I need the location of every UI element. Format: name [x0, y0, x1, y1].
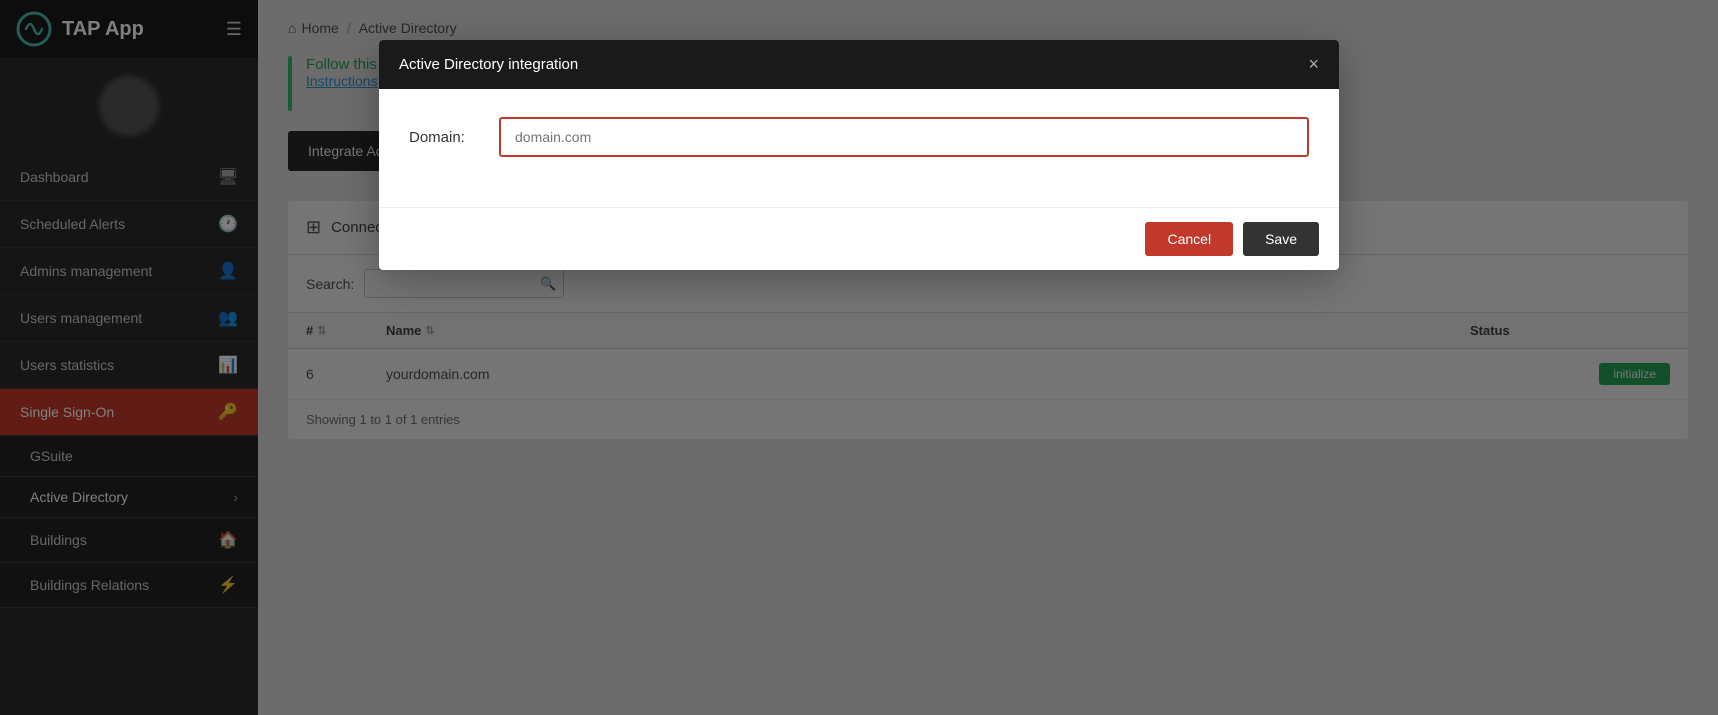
modal-footer: Cancel Save [379, 207, 1339, 270]
modal-close-button[interactable]: × [1308, 54, 1319, 75]
modal-dialog: Active Directory integration × Domain: C… [379, 40, 1339, 270]
domain-field: Domain: [409, 117, 1309, 157]
modal-header: Active Directory integration × [379, 40, 1339, 89]
domain-input[interactable] [499, 117, 1309, 157]
modal-body: Domain: [379, 89, 1339, 207]
domain-label: Domain: [409, 129, 479, 146]
modal-overlay: Active Directory integration × Domain: C… [0, 0, 1718, 715]
cancel-button[interactable]: Cancel [1145, 222, 1233, 256]
modal-title: Active Directory integration [399, 56, 578, 73]
save-button[interactable]: Save [1243, 222, 1319, 256]
